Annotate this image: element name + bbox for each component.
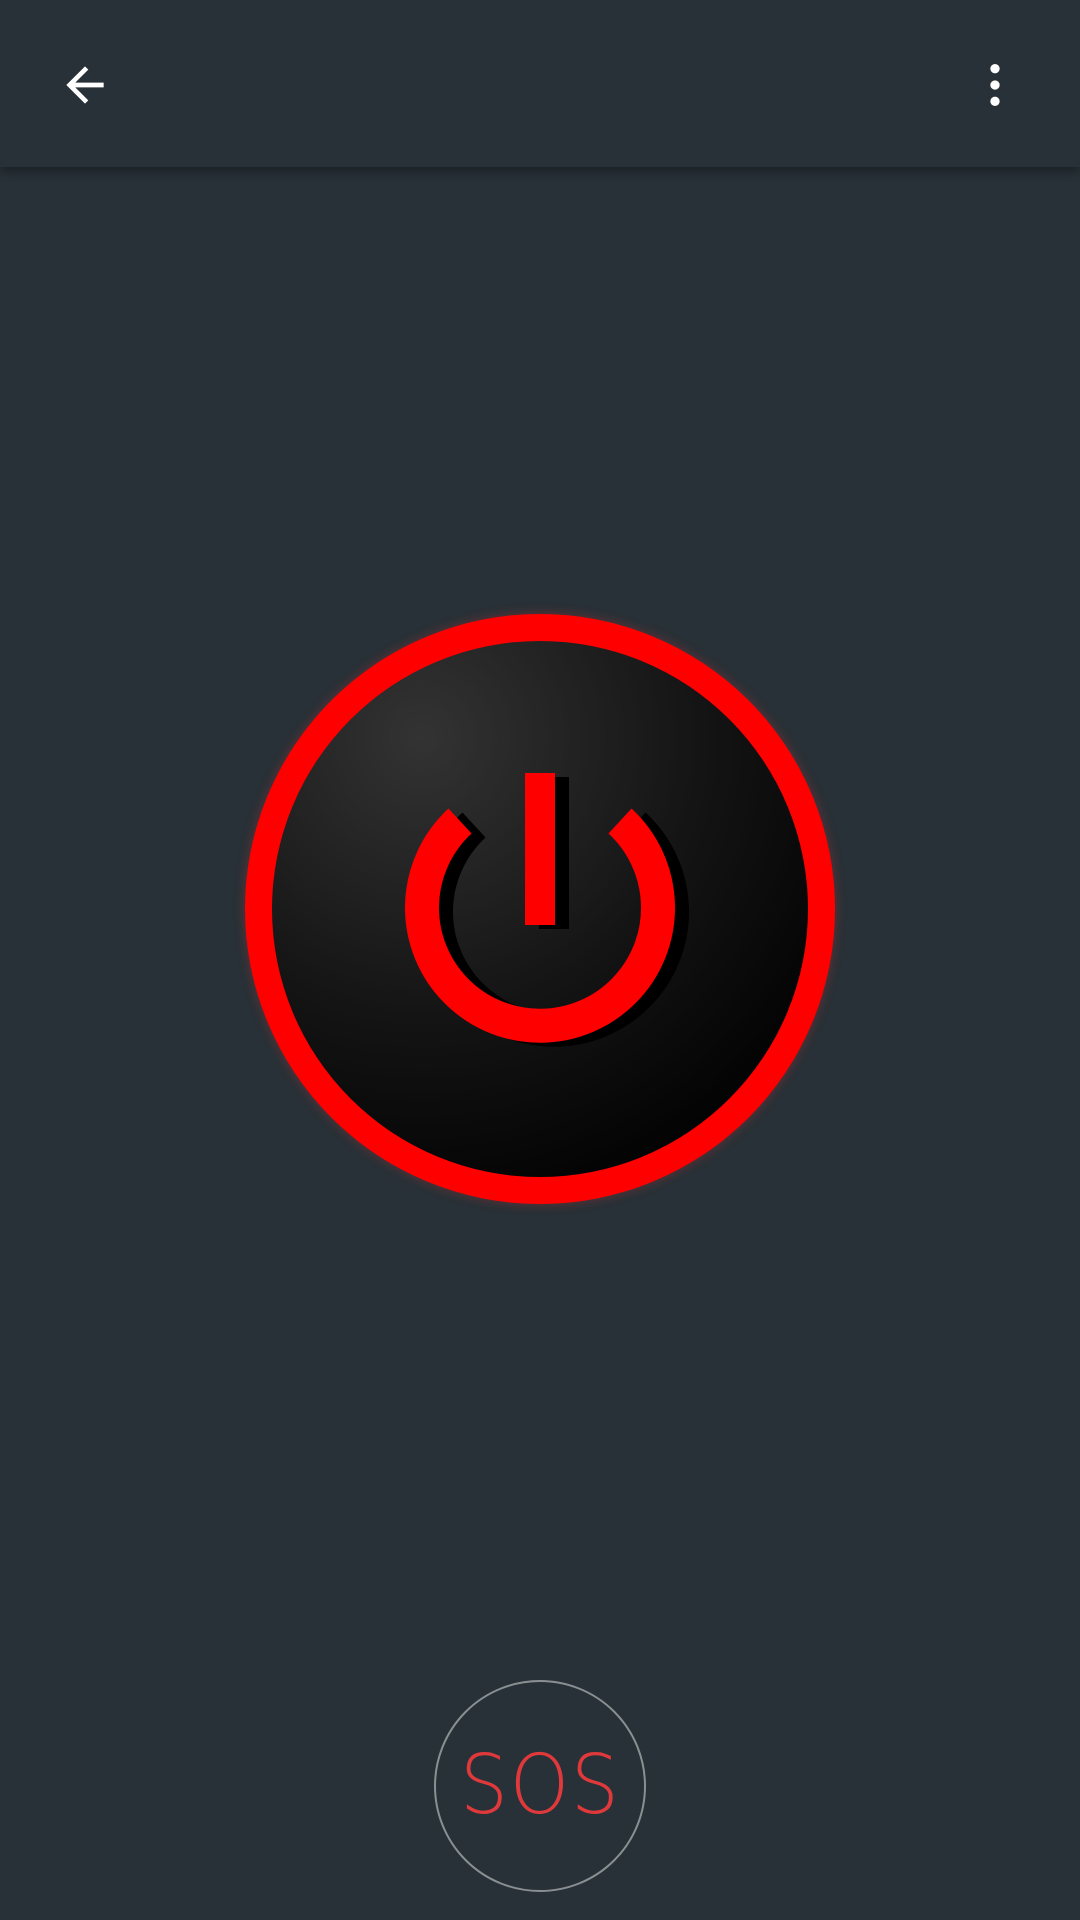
arrow-left-icon bbox=[66, 66, 104, 104]
back-button[interactable] bbox=[30, 30, 140, 140]
more-vertical-icon bbox=[990, 64, 1000, 106]
sos-label: SOS bbox=[459, 1738, 621, 1833]
power-icon bbox=[245, 614, 835, 1204]
overflow-menu-button[interactable] bbox=[940, 30, 1050, 140]
power-toggle-button[interactable] bbox=[244, 613, 836, 1205]
app-bar bbox=[0, 0, 1080, 167]
sos-button[interactable]: SOS bbox=[434, 1680, 646, 1892]
flashlight-screen: SOS bbox=[0, 0, 1080, 1920]
